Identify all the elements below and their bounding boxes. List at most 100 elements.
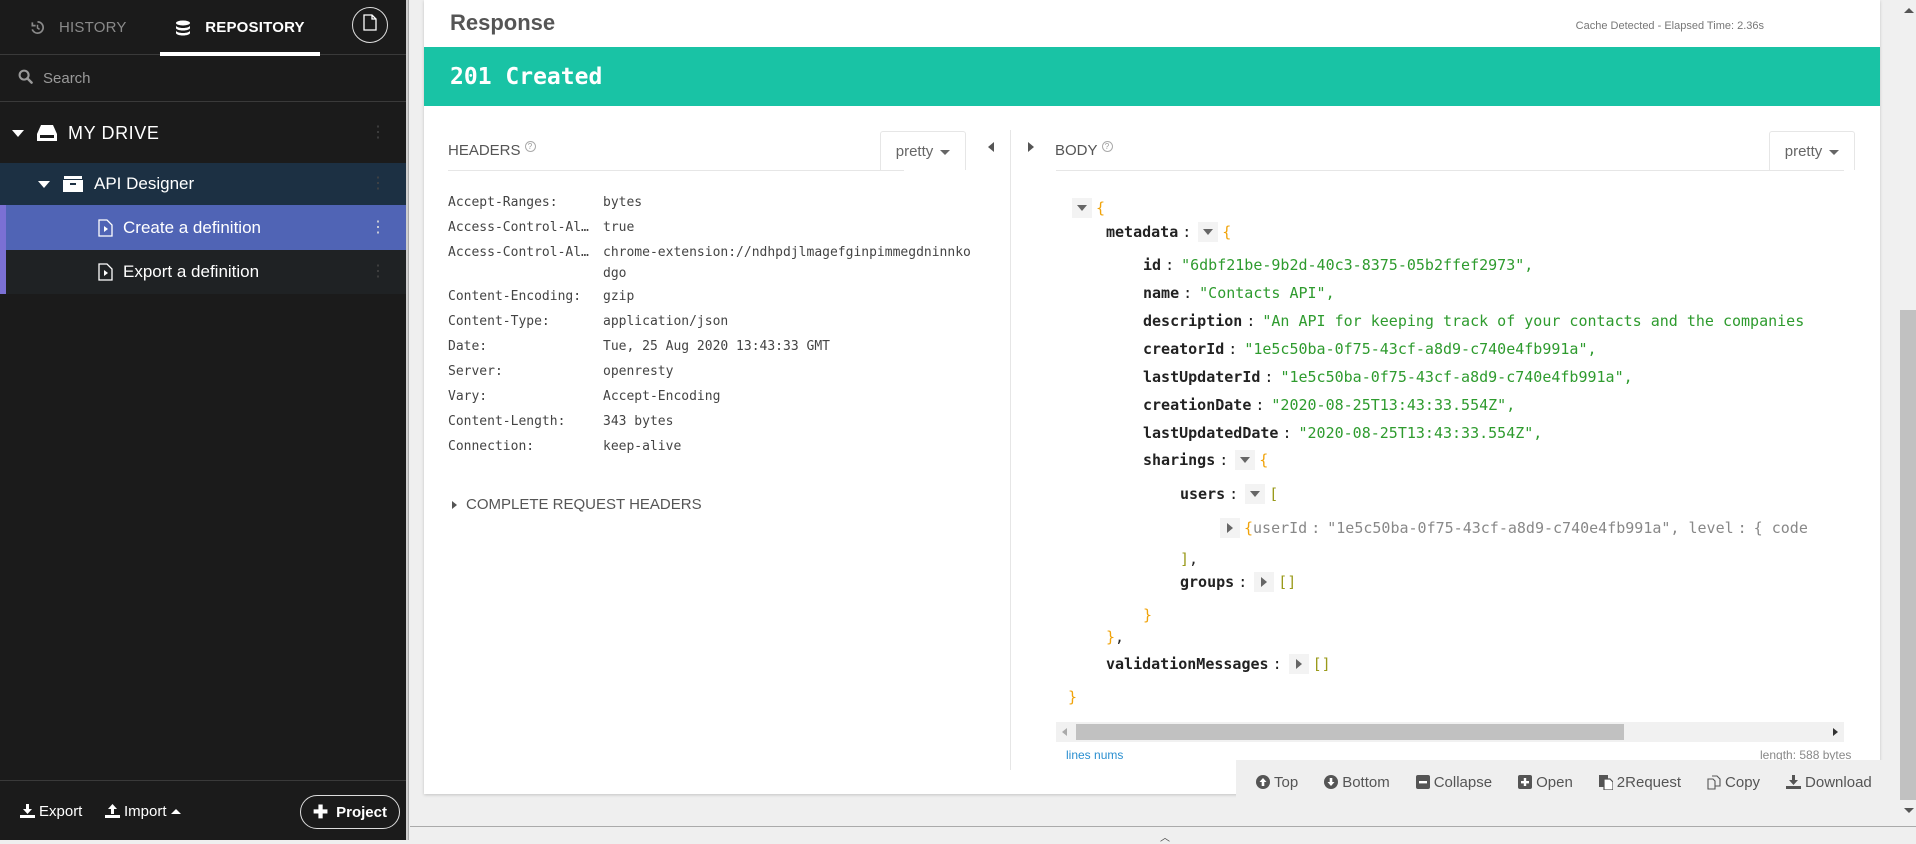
tab-repository-label: REPOSITORY bbox=[205, 19, 305, 36]
header-key: Date: bbox=[448, 339, 488, 354]
json-line: {userId: "1e5c50ba-0f75-43cf-a8d9-c740e4f… bbox=[1220, 518, 1808, 538]
expand-toggle-icon[interactable] bbox=[1220, 518, 1240, 538]
json-key: lastUpdaterId bbox=[1143, 368, 1261, 386]
response-card: Response Cache Detected - Elapsed Time: … bbox=[424, 0, 1880, 794]
lines-nums-link[interactable]: lines nums bbox=[1066, 748, 1123, 762]
headers-format-select[interactable]: pretty bbox=[880, 131, 966, 170]
horizontal-scrollbar[interactable] bbox=[1056, 722, 1844, 742]
vertical-scrollbar[interactable] bbox=[1890, 0, 1916, 826]
header-row: Access-Control-Al… chrome-extension://ndh… bbox=[448, 240, 973, 284]
collapse-label: Collapse bbox=[1433, 773, 1493, 791]
search-icon bbox=[18, 69, 33, 88]
collapse-button[interactable]: Collapse bbox=[1415, 773, 1493, 791]
main-panel: Response Cache Detected - Elapsed Time: … bbox=[410, 0, 1890, 840]
add-project-button[interactable]: ✚ Project bbox=[300, 795, 400, 829]
search-input[interactable] bbox=[43, 70, 363, 87]
tab-history[interactable]: HISTORY bbox=[30, 0, 127, 55]
header-key: Connection: bbox=[448, 439, 535, 454]
header-value: Accept-Encoding bbox=[603, 389, 721, 404]
header-row: Accept-Ranges: bytes bbox=[448, 190, 973, 215]
scrollbar-thumb[interactable] bbox=[1900, 310, 1916, 800]
header-key: Vary: bbox=[448, 389, 488, 404]
panel-divider bbox=[1010, 130, 1011, 770]
sidebar-resize-handle[interactable] bbox=[406, 0, 409, 840]
plus-square-icon bbox=[1518, 775, 1533, 789]
scroll-down-icon[interactable] bbox=[1904, 808, 1914, 813]
header-value: openresty bbox=[603, 364, 674, 379]
more-options-icon[interactable]: ⋮ bbox=[370, 176, 386, 192]
import-button[interactable]: Import bbox=[105, 781, 181, 841]
upload-icon bbox=[105, 804, 120, 818]
download-button[interactable]: Download bbox=[1786, 774, 1872, 791]
help-icon[interactable]: ? bbox=[524, 141, 536, 152]
minus-square-icon bbox=[1415, 775, 1430, 789]
header-value: chrome-extension://ndhpdjlmagefginpimmeg… bbox=[603, 245, 971, 281]
database-icon bbox=[175, 20, 191, 36]
json-key: description bbox=[1143, 312, 1243, 330]
chevron-down-icon[interactable] bbox=[12, 129, 24, 137]
export-button[interactable]: Export bbox=[20, 781, 82, 841]
header-value: gzip bbox=[603, 289, 635, 304]
search-bar bbox=[0, 56, 406, 102]
chevron-down-icon bbox=[940, 149, 951, 155]
new-document-button[interactable] bbox=[352, 7, 388, 43]
copy-button[interactable]: Copy bbox=[1707, 774, 1760, 791]
to-request-button[interactable]: 2Request bbox=[1598, 774, 1681, 791]
request-file-icon bbox=[98, 263, 113, 281]
collapse-right-button[interactable] bbox=[1028, 142, 1043, 152]
history-icon bbox=[30, 20, 45, 35]
top-button[interactable]: Top bbox=[1256, 774, 1298, 791]
tree-item-my-drive[interactable]: MY DRIVE ⋮ bbox=[0, 103, 406, 163]
help-icon[interactable]: ? bbox=[1101, 141, 1113, 152]
json-value: "Contacts API", bbox=[1199, 284, 1335, 302]
drive-icon bbox=[36, 124, 58, 142]
tree-item-project[interactable]: API Designer ⋮ bbox=[0, 163, 406, 205]
bottom-button[interactable]: Bottom bbox=[1324, 774, 1390, 791]
request-label: Export a definition bbox=[123, 262, 260, 281]
tab-repository[interactable]: REPOSITORY bbox=[160, 0, 320, 56]
collapse-left-button[interactable] bbox=[988, 142, 994, 152]
collapse-toggle-icon[interactable] bbox=[1245, 484, 1266, 504]
arrow-right-icon bbox=[1028, 142, 1034, 152]
open-label: Open bbox=[1536, 773, 1573, 791]
project-label: API Designer bbox=[94, 174, 195, 193]
scroll-right-icon[interactable] bbox=[1833, 728, 1838, 736]
header-value: Tue, 25 Aug 2020 13:43:33 GMT bbox=[603, 339, 830, 354]
divider bbox=[448, 170, 904, 171]
json-line: validationMessages:[] bbox=[1106, 654, 1331, 674]
open-button[interactable]: Open bbox=[1518, 774, 1573, 791]
tree-item-request[interactable]: Create a definition ⋮ bbox=[0, 205, 406, 250]
collapse-toggle-icon[interactable] bbox=[1198, 222, 1219, 242]
request-label: Create a definition bbox=[123, 217, 261, 237]
headers-title-text: HEADERS bbox=[448, 142, 521, 159]
caret-right-icon bbox=[452, 500, 457, 509]
collapse-toggle-icon[interactable] bbox=[1072, 198, 1092, 218]
json-key: validationMessages bbox=[1106, 655, 1269, 673]
json-key: groups bbox=[1180, 573, 1235, 591]
json-key: userId bbox=[1253, 519, 1308, 537]
json-key: creatorId bbox=[1143, 340, 1225, 358]
collapse-toggle-icon[interactable] bbox=[1235, 450, 1256, 470]
body-format-select[interactable]: pretty bbox=[1769, 131, 1855, 170]
expand-toggle-icon[interactable] bbox=[1288, 654, 1309, 674]
tab-history-label: HISTORY bbox=[59, 19, 127, 36]
json-value: "6dbf21be-9b2d-40c3-8375-05b2ffef2973", bbox=[1181, 256, 1534, 274]
more-options-icon[interactable]: ⋮ bbox=[370, 125, 386, 141]
expand-toggle-icon[interactable] bbox=[1254, 572, 1275, 592]
json-value: "1e5c50ba-0f75-43cf-a8d9-c740e4fb991a", bbox=[1244, 340, 1597, 358]
complete-request-headers-toggle[interactable]: COMPLETE REQUEST HEADERS bbox=[452, 496, 702, 513]
elapsed-time: Cache Detected - Elapsed Time: 2.36s bbox=[1575, 20, 1764, 32]
top-label: Top bbox=[1274, 773, 1299, 791]
more-options-icon[interactable]: ⋮ bbox=[370, 219, 386, 236]
json-value: "An API for keeping track of your contac… bbox=[1262, 312, 1805, 330]
more-options-icon[interactable]: ⋮ bbox=[370, 264, 386, 280]
chevron-up-icon[interactable]: ︿ bbox=[1160, 829, 1170, 844]
tree-item-request[interactable]: Export a definition ⋮ bbox=[0, 250, 406, 294]
scroll-left-icon[interactable] bbox=[1062, 728, 1067, 736]
scrollbar-thumb[interactable] bbox=[1076, 724, 1624, 740]
chevron-down-icon[interactable] bbox=[38, 180, 50, 188]
bottom-panel-handle[interactable]: ︿ bbox=[410, 826, 1916, 844]
json-key: users bbox=[1180, 485, 1226, 503]
header-row: Server: openresty bbox=[448, 359, 973, 384]
scroll-up-icon[interactable] bbox=[1904, 8, 1914, 13]
